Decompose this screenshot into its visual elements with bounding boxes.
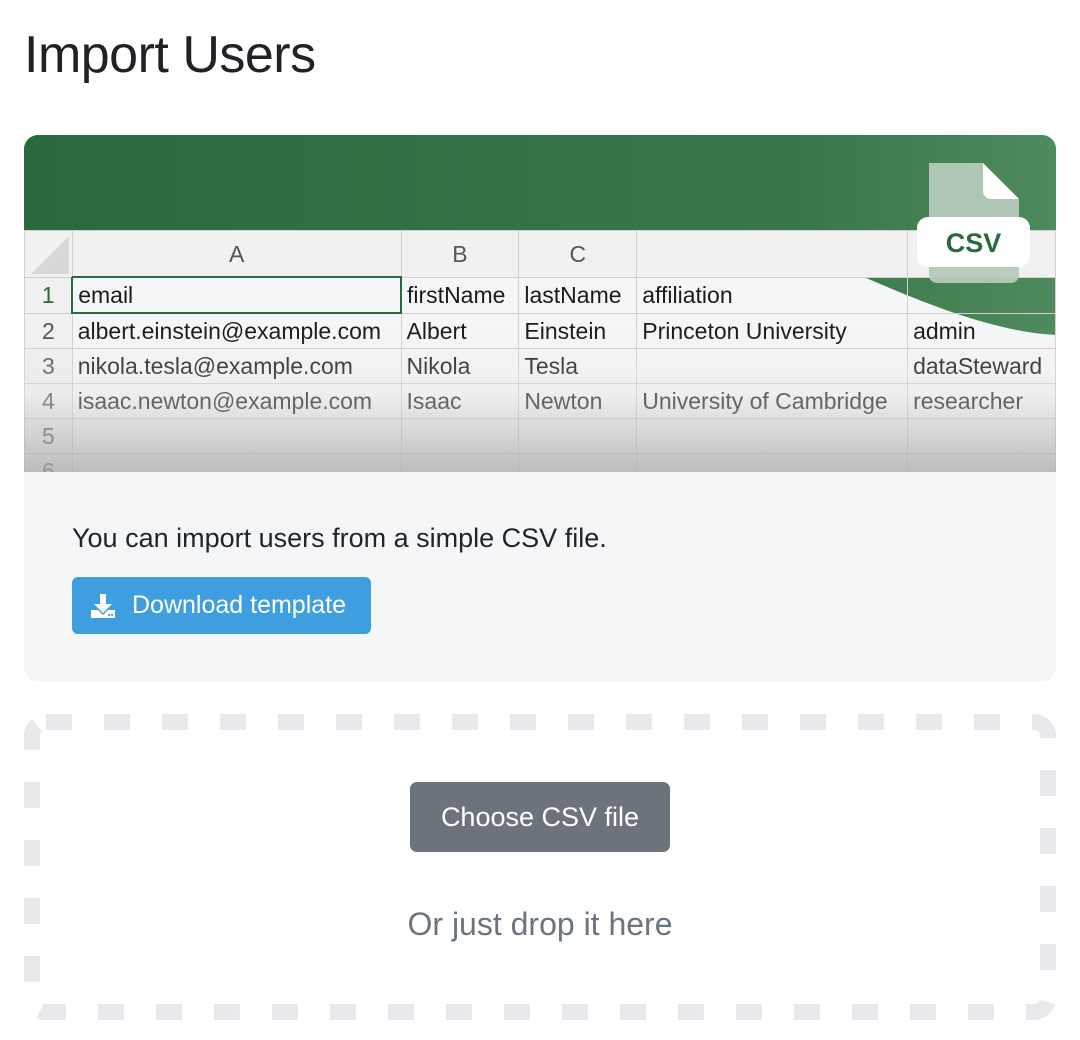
row-number: 6 <box>24 453 73 472</box>
drop-hint-text: Or just drop it here <box>407 906 673 942</box>
sheet-cell: Isaac <box>400 383 520 419</box>
csv-badge-text: CSV <box>946 228 1002 258</box>
column-header: B <box>400 230 520 278</box>
spreadsheet-preview: A B C 1 email firstName lastName affilia… <box>24 230 1056 472</box>
download-template-label: Download template <box>132 591 347 619</box>
sheet-cell: isaac.newton@example.com <box>71 383 402 419</box>
download-icon <box>90 593 116 619</box>
sheet-cell: Einstein <box>518 312 638 349</box>
choose-csv-file-button[interactable]: Choose CSV file <box>410 782 670 852</box>
csv-dropzone[interactable]: Choose CSV file Or just drop it here <box>24 714 1056 1020</box>
import-description: You can import users from a simple CSV f… <box>72 523 607 553</box>
sheet-cell <box>636 348 909 384</box>
sheet-cell: albert.einstein@example.com <box>71 312 402 349</box>
column-header: C <box>518 230 638 278</box>
page-title: Import Users <box>24 26 316 84</box>
sheet-corner <box>24 230 73 278</box>
sheet-cell: Princeton University <box>636 312 909 349</box>
download-template-button[interactable]: Download template <box>72 577 371 634</box>
sheet-cell <box>907 418 1056 454</box>
sheet-cell <box>518 453 638 472</box>
sheet-cell: lastName <box>518 276 638 314</box>
sheet-cell: Newton <box>518 383 638 419</box>
column-header <box>636 230 909 278</box>
sheet-cell: dataSteward <box>907 348 1056 384</box>
csv-file-icon: CSV <box>917 163 1030 283</box>
sheet-cell <box>636 418 909 454</box>
sheet-cell: nikola.tesla@example.com <box>71 348 402 384</box>
sheet-cell: email <box>71 276 403 314</box>
sheet-cell <box>71 418 402 454</box>
column-header: A <box>71 230 402 278</box>
row-number: 5 <box>24 418 73 454</box>
sheet-cell <box>400 418 520 454</box>
sheet-cell: University of Cambridge <box>636 383 909 419</box>
sheet-cell: Nikola <box>400 348 520 384</box>
sheet-cell <box>907 453 1056 472</box>
sheet-cell: Tesla <box>518 348 638 384</box>
sheet-cell <box>518 418 638 454</box>
dropzone-border <box>24 714 1056 1020</box>
row-number: 3 <box>24 348 73 384</box>
sheet-cell: admin <box>907 312 1056 349</box>
import-info-card: A B C 1 email firstName lastName affilia… <box>24 135 1056 682</box>
sheet-cell: firstName <box>400 276 520 314</box>
sheet-cell: affiliation <box>636 276 909 314</box>
csv-illustration: A B C 1 email firstName lastName affilia… <box>24 135 1056 472</box>
sheet-cell <box>400 453 520 472</box>
row-number: 2 <box>24 312 73 349</box>
sheet-cell: researcher <box>907 383 1056 419</box>
sheet-cell <box>636 453 909 472</box>
sheet-cell: Albert <box>400 312 520 349</box>
row-number: 1 <box>24 276 73 314</box>
row-number: 4 <box>24 383 73 419</box>
sheet-cell <box>71 453 402 472</box>
